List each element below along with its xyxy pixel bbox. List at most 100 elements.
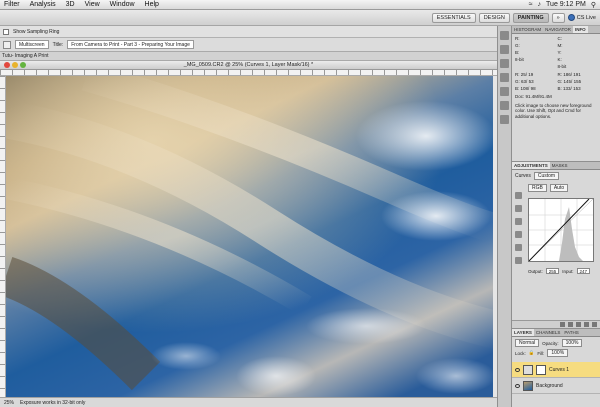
- menu-filter[interactable]: Filter: [4, 1, 20, 8]
- layer-mask-thumb[interactable]: [536, 364, 546, 375]
- tab-navigator[interactable]: NAVIGATOR: [543, 26, 573, 33]
- info-bit-right: 8-bit: [557, 64, 567, 69]
- minimize-icon[interactable]: [12, 62, 18, 68]
- document-title-bar: _MG_0509.CR2 @ 25% (Curves 1, Layer Mask…: [0, 61, 497, 70]
- tab-adjustments[interactable]: ADJUSTMENTS: [512, 162, 550, 169]
- window-controls: [4, 62, 26, 68]
- layer-curves[interactable]: Curves 1: [512, 362, 600, 378]
- volume-icon[interactable]: ♪: [538, 1, 542, 8]
- close-icon[interactable]: [4, 62, 10, 68]
- doc-size: Doc: 91.4M/91.4M: [515, 94, 552, 99]
- workspace-essentials[interactable]: ESSENTIALS: [431, 12, 476, 23]
- reset-icon[interactable]: [584, 322, 589, 327]
- cs-live-button[interactable]: CS Live: [567, 14, 596, 21]
- menu-view[interactable]: View: [85, 1, 100, 8]
- sampling-ring-label: Show Sampling Ring: [13, 28, 60, 35]
- info-bit-left: 8-bit: [515, 57, 524, 62]
- menu-3d[interactable]: 3D: [66, 1, 75, 8]
- clock[interactable]: Tue 9:12 PM: [546, 1, 586, 8]
- eye-icon[interactable]: [515, 383, 520, 388]
- character-icon[interactable]: [500, 115, 509, 124]
- history-icon[interactable]: [500, 31, 509, 40]
- channel-select[interactable]: RGB: [528, 184, 547, 192]
- status-text: Exposure works in 32-bit only: [20, 399, 86, 406]
- adjustments-footer: [512, 320, 600, 328]
- visibility-icon[interactable]: [576, 322, 581, 327]
- clone-icon[interactable]: [500, 73, 509, 82]
- adjustments-tabs: ADJUSTMENTS MASKS: [512, 162, 600, 170]
- fill-field[interactable]: 100%: [547, 349, 569, 357]
- info-b: B:: [515, 50, 520, 55]
- curve-io: Output: 255 Input: 247: [528, 268, 591, 274]
- more-workspaces-button[interactable]: »: [551, 12, 565, 23]
- layer-name: Curves 1: [549, 366, 570, 373]
- menu-help[interactable]: Help: [145, 1, 159, 8]
- search-icon[interactable]: ⚲: [591, 1, 596, 9]
- curves-adjustment-icon: [523, 364, 533, 375]
- return-icon[interactable]: [560, 322, 565, 327]
- info-panel: R: C: G: M: B: Y: 8-bit K: 8-bit R: 25/ …: [512, 34, 600, 121]
- menu-window[interactable]: Window: [110, 1, 135, 8]
- info-hint: Click image to choose new foreground col…: [515, 102, 592, 119]
- curve-point-icon[interactable]: [515, 244, 522, 251]
- app-bar: ESSENTIALS DESIGN PAINTING » CS Live: [0, 10, 600, 26]
- tab-histogram[interactable]: HISTOGRAM: [512, 26, 543, 33]
- tab-info[interactable]: INFO: [572, 26, 588, 33]
- gray-eyedropper-icon[interactable]: [515, 218, 522, 225]
- black-eyedropper-icon[interactable]: [515, 205, 522, 212]
- multiscreen-icon[interactable]: [3, 40, 11, 49]
- sampling-ring-checkbox[interactable]: [3, 28, 9, 35]
- status-bar: 25% Exposure works in 32-bit only: [0, 397, 497, 407]
- tab-masks[interactable]: MASKS: [550, 162, 570, 169]
- info-g: G:: [515, 43, 520, 48]
- zoom-icon[interactable]: [20, 62, 26, 68]
- annotation-toolbar: Multiscreen Title: From Camera to Print …: [0, 38, 497, 52]
- title-field[interactable]: From Camera to Print - Part 3 - Preparin…: [67, 40, 194, 49]
- workspace-painting[interactable]: PAINTING: [512, 12, 549, 23]
- input-field[interactable]: 247: [576, 268, 591, 274]
- workspace-design[interactable]: DESIGN: [478, 12, 510, 23]
- curves-histogram: [528, 198, 594, 262]
- output-field[interactable]: 255: [545, 268, 560, 274]
- menu-analysis[interactable]: Analysis: [30, 1, 56, 8]
- tab-paths[interactable]: PATHS: [562, 329, 580, 336]
- image-canvas[interactable]: [6, 76, 493, 397]
- sampler-1-b: B: 108/ 98: [515, 86, 536, 91]
- sampler-2-r: R: 186/ 191: [557, 72, 581, 77]
- info-y: Y:: [557, 50, 562, 55]
- pencil-icon[interactable]: [515, 257, 522, 264]
- wifi-icon[interactable]: ≈: [529, 1, 533, 8]
- curves-graph[interactable]: [528, 198, 594, 262]
- multiscreen-button[interactable]: Multiscreen: [15, 40, 49, 49]
- menu-status: ≈ ♪ Tue 9:12 PM ⚲: [529, 1, 600, 9]
- swatches-icon[interactable]: [500, 87, 509, 96]
- lock-icon[interactable]: 🔒: [529, 350, 535, 356]
- styles-icon[interactable]: [500, 101, 509, 110]
- tab-channels[interactable]: CHANNELS: [534, 329, 563, 336]
- sampler-1-g: G: 63/ 53: [515, 79, 534, 84]
- clip-icon[interactable]: [568, 322, 573, 327]
- cs-live-label: CS Live: [576, 14, 596, 21]
- cs-live-icon: [567, 14, 575, 21]
- zoom-level[interactable]: 25%: [4, 400, 14, 406]
- brush-icon[interactable]: [500, 59, 509, 68]
- eye-icon[interactable]: [515, 367, 520, 372]
- output-label: Output:: [528, 268, 543, 274]
- info-panel-tabs: HISTOGRAM NAVIGATOR INFO: [512, 26, 600, 34]
- white-eyedropper-icon[interactable]: [515, 231, 522, 238]
- doc-tab[interactable]: Tutu- Imaging A Print: [2, 53, 49, 59]
- blend-mode-select[interactable]: Normal: [515, 339, 540, 347]
- tab-layers[interactable]: LAYERS: [512, 329, 534, 336]
- input-label: Input:: [562, 268, 574, 274]
- document-title: _MG_0509.CR2 @ 25% (Curves 1, Layer Mask…: [183, 62, 314, 68]
- preset-select[interactable]: Custom: [533, 172, 560, 180]
- layer-background[interactable]: Background: [512, 378, 600, 394]
- opacity-field[interactable]: 100%: [561, 339, 583, 347]
- tab-strip: Tutu- Imaging A Print: [0, 52, 497, 61]
- trash-icon[interactable]: [592, 322, 597, 327]
- auto-button[interactable]: Auto: [549, 184, 569, 192]
- info-m: M:: [557, 43, 563, 48]
- sampler-2-g: G: 145/ 155: [557, 79, 582, 84]
- on-image-adjust-icon[interactable]: [515, 192, 522, 199]
- actions-icon[interactable]: [500, 45, 509, 54]
